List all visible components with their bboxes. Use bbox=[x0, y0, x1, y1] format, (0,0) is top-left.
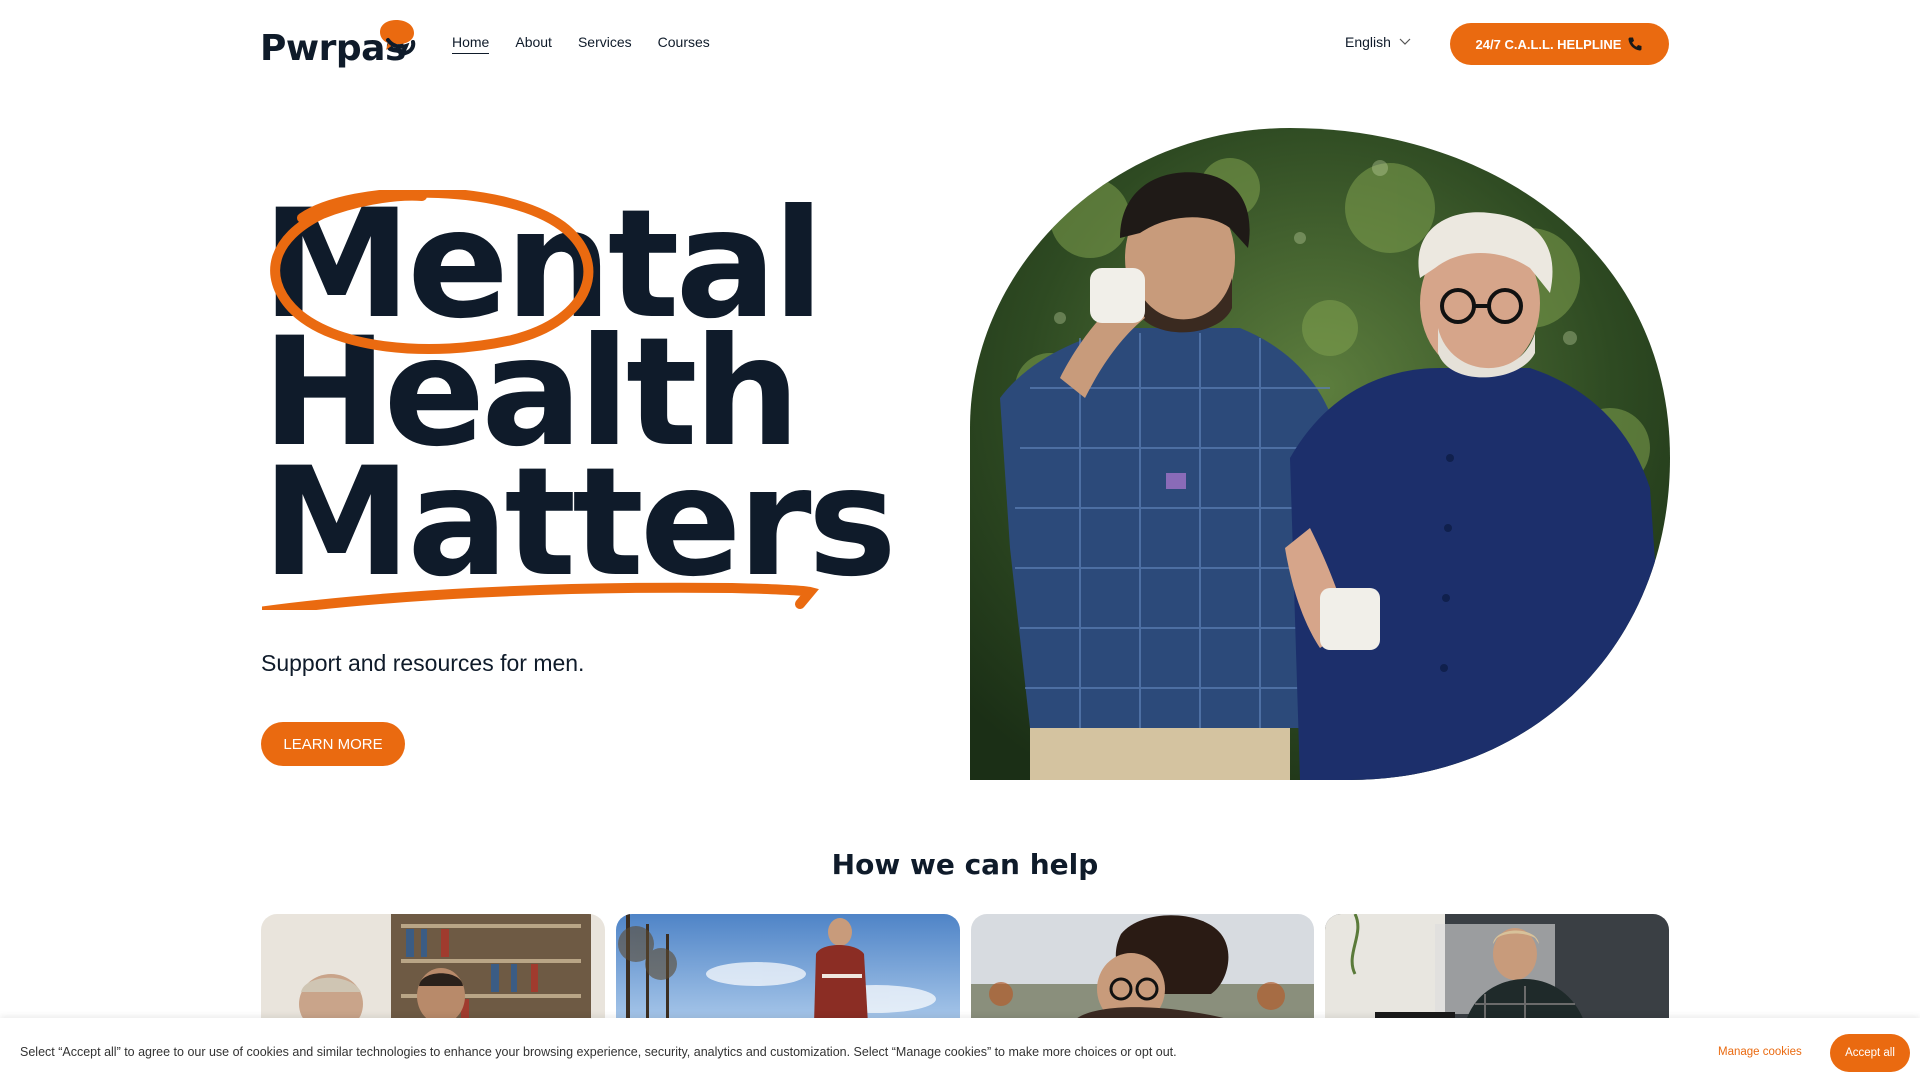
helpline-label: 24/7 C.A.L.L. HELPLINE bbox=[1475, 36, 1622, 52]
language-selector[interactable]: English bbox=[1345, 34, 1411, 50]
help-card-2[interactable] bbox=[615, 914, 960, 1024]
card-3-photo bbox=[970, 914, 1315, 1024]
section-title: How we can help bbox=[831, 848, 1099, 881]
brand-logo[interactable]: Pwrpas bbox=[260, 14, 420, 74]
help-card-3[interactable] bbox=[970, 914, 1315, 1024]
cookie-text: Select “Accept all” to agree to our use … bbox=[20, 1045, 1177, 1059]
helpline-button[interactable]: 24/7 C.A.L.L. HELPLINE bbox=[1450, 23, 1669, 65]
nav-about[interactable]: About bbox=[515, 34, 552, 54]
card-1-photo bbox=[261, 914, 605, 1024]
learn-more-button[interactable]: LEARN MORE bbox=[261, 722, 405, 766]
speech-bubble-icon bbox=[380, 20, 416, 57]
site-header: Pwrpas Home About Services Courses Engli… bbox=[0, 0, 1920, 90]
hero-subtitle: Support and resources for men. bbox=[261, 650, 585, 676]
nav-home[interactable]: Home bbox=[452, 34, 490, 54]
language-label: English bbox=[1345, 34, 1391, 50]
cookie-banner: Select “Accept all” to agree to our use … bbox=[0, 1018, 1920, 1080]
nav-services[interactable]: Services bbox=[578, 34, 632, 54]
card-2-photo bbox=[615, 914, 960, 1024]
main-nav: Home About Services Courses bbox=[452, 34, 710, 54]
help-card-1[interactable] bbox=[261, 914, 605, 1024]
hero-line-3: Matters bbox=[262, 436, 897, 610]
accept-all-button[interactable]: Accept all bbox=[1830, 1034, 1910, 1072]
phone-icon bbox=[1628, 37, 1642, 51]
help-card-4[interactable] bbox=[1325, 914, 1669, 1024]
hero-heading: Mental Health Matters bbox=[262, 190, 897, 610]
chevron-down-icon bbox=[1399, 38, 1411, 45]
hero-photo bbox=[970, 128, 1670, 780]
help-cards bbox=[261, 914, 1669, 1024]
manage-cookies-button[interactable]: Manage cookies bbox=[1718, 1046, 1802, 1058]
nav-courses[interactable]: Courses bbox=[658, 34, 710, 54]
card-4-photo bbox=[1325, 914, 1669, 1024]
